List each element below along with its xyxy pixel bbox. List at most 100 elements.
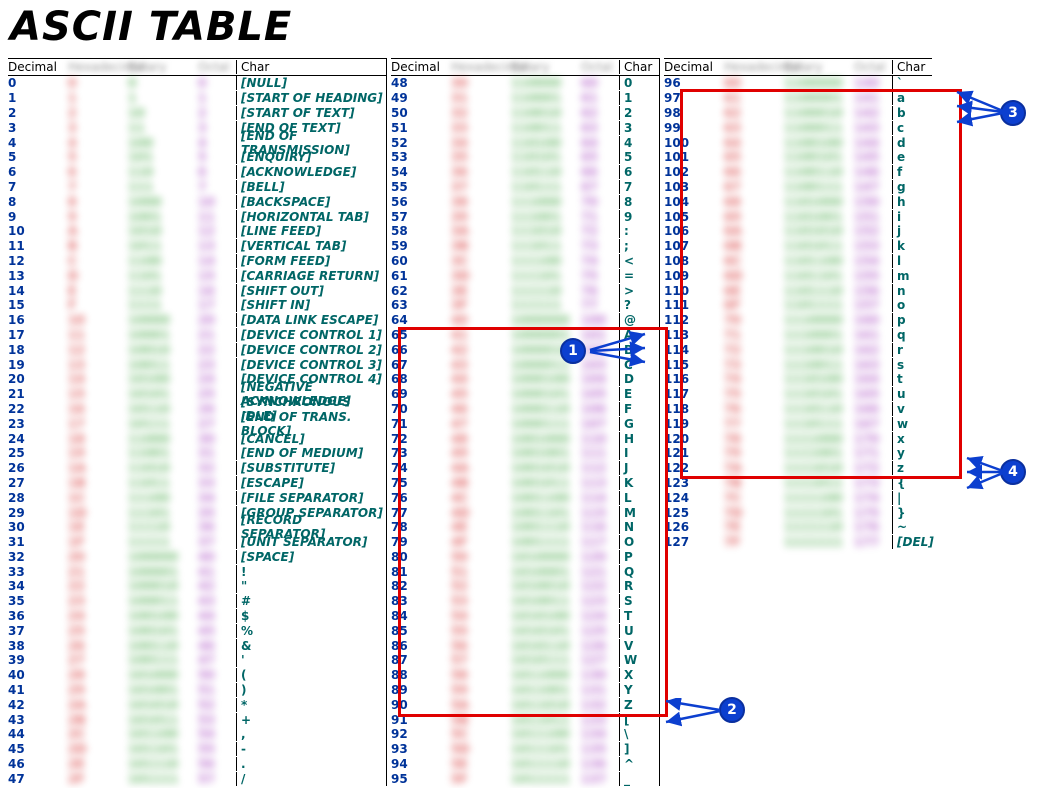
ascii-row: 99631100011143c <box>664 120 932 135</box>
ascii-row: 332110000141! <box>8 564 386 579</box>
cell-hex: 2E <box>68 757 128 771</box>
ascii-row: 784E1001110116N <box>391 520 659 535</box>
cell-char: [BACKSPACE] <box>236 195 386 209</box>
cell-binary: 1100011 <box>784 121 854 135</box>
cell-binary: 1100 <box>128 254 198 268</box>
ascii-row: 101651100101145e <box>664 150 932 165</box>
cell-decimal: 106 <box>664 224 724 238</box>
cell-decimal: 79 <box>391 535 451 549</box>
cell-octal: 62 <box>581 106 619 120</box>
cell-octal: 100 <box>581 313 619 327</box>
cell-octal: 71 <box>581 210 619 224</box>
cell-hex: 5A <box>451 698 511 712</box>
cell-octal: 57 <box>198 772 236 786</box>
cell-char: [UNIT SEPARATOR] <box>236 535 386 549</box>
cell-hex: 33 <box>451 121 511 135</box>
cell-octal: 151 <box>854 210 892 224</box>
cell-binary: 11010 <box>128 461 198 475</box>
cell-binary: 1110100 <box>784 372 854 386</box>
cell-decimal: 11 <box>8 239 68 253</box>
cell-octal: 23 <box>198 358 236 372</box>
ascii-row: 5032110010622 <box>391 106 659 121</box>
ascii-column-3: DecimalHexadecimalBinaryOctalChar9660110… <box>659 58 932 786</box>
ascii-row: 392710011147' <box>8 653 386 668</box>
cell-char: [LINE FEED] <box>236 224 386 238</box>
header-hex: Hexadecimal <box>724 60 784 74</box>
cell-octal: 134 <box>581 727 619 741</box>
cell-decimal: 0 <box>8 76 68 90</box>
cell-binary: 1010 <box>128 224 198 238</box>
cell-binary: 1001001 <box>511 446 581 460</box>
cell-binary: 110010 <box>511 106 581 120</box>
cell-char: ? <box>619 298 659 312</box>
cell-binary: 1111 <box>128 298 198 312</box>
cell-char: m <box>892 269 932 283</box>
cell-decimal: 103 <box>664 180 724 194</box>
cell-binary: 1110111 <box>784 417 854 431</box>
cell-binary: 1110 <box>128 284 198 298</box>
cell-char: K <box>619 476 659 490</box>
ascii-row: 915B1011011133[ <box>391 712 659 727</box>
cell-char: & <box>236 639 386 653</box>
cell-char: . <box>236 757 386 771</box>
ascii-row: 114721110010162r <box>664 342 932 357</box>
cell-hex: 21 <box>68 565 128 579</box>
cell-decimal: 99 <box>664 121 724 135</box>
cell-hex: 3D <box>451 269 511 283</box>
cell-char: [CARRIAGE RETURN] <box>236 269 386 283</box>
cell-decimal: 116 <box>664 372 724 386</box>
cell-decimal: 25 <box>8 446 68 460</box>
cell-decimal: 38 <box>8 639 68 653</box>
ascii-row: 84541010100124T <box>391 609 659 624</box>
ascii-row: 19131001123[DEVICE CONTROL 3] <box>8 357 386 372</box>
cell-octal: 116 <box>581 520 619 534</box>
cell-octal: 101 <box>581 328 619 342</box>
cell-char: [DEVICE CONTROL 3] <box>236 358 386 372</box>
cell-decimal: 55 <box>391 180 451 194</box>
cell-octal: 145 <box>854 150 892 164</box>
cell-octal: 172 <box>854 461 892 475</box>
cell-decimal: 97 <box>664 91 724 105</box>
cell-char: M <box>619 506 659 520</box>
cell-char: 8 <box>619 195 659 209</box>
cell-binary: 11100 <box>128 491 198 505</box>
cell-octal: 3 <box>198 121 236 135</box>
cell-octal: 60 <box>581 76 619 90</box>
cell-decimal: 105 <box>664 210 724 224</box>
cell-octal: 153 <box>854 239 892 253</box>
cell-hex: 32 <box>451 106 511 120</box>
cell-hex: 13 <box>68 358 128 372</box>
ascii-row: 583A11101072: <box>391 224 659 239</box>
cell-binary: 1100111 <box>784 180 854 194</box>
cell-octal: 166 <box>854 402 892 416</box>
cell-decimal: 39 <box>8 653 68 667</box>
cell-binary: 10110 <box>128 402 198 416</box>
cell-decimal: 110 <box>664 284 724 298</box>
cell-char: [START OF HEADING] <box>236 91 386 105</box>
cell-decimal: 76 <box>391 491 451 505</box>
ascii-row: 281C1110034[FILE SEPARATOR] <box>8 490 386 505</box>
cell-binary: 11110 <box>128 520 198 534</box>
cell-decimal: 124 <box>664 491 724 505</box>
cell-hex: 41 <box>451 328 511 342</box>
cell-decimal: 42 <box>8 698 68 712</box>
cell-char: T <box>619 609 659 623</box>
cell-char: < <box>619 254 659 268</box>
cell-hex: 44 <box>451 372 511 386</box>
cell-binary: 1111000 <box>784 432 854 446</box>
ascii-row: 89591011001131Y <box>391 683 659 698</box>
cell-decimal: 119 <box>664 417 724 431</box>
cell-char: L <box>619 491 659 505</box>
ascii-row: 5335110101655 <box>391 150 659 165</box>
ascii-row: 112701110000160p <box>664 313 932 328</box>
cell-hex: 65 <box>724 150 784 164</box>
ascii-row: 105691101001151i <box>664 209 932 224</box>
ascii-row: 15F111117[SHIFT IN] <box>8 298 386 313</box>
cell-octal: 0 <box>198 76 236 90</box>
cell-hex: 51 <box>451 565 511 579</box>
ascii-row: 935D1011101135] <box>391 742 659 757</box>
cell-octal: 67 <box>581 180 619 194</box>
cell-binary: 1100101 <box>784 150 854 164</box>
cell-char: r <box>892 343 932 357</box>
header-octal: Octal <box>854 60 892 74</box>
